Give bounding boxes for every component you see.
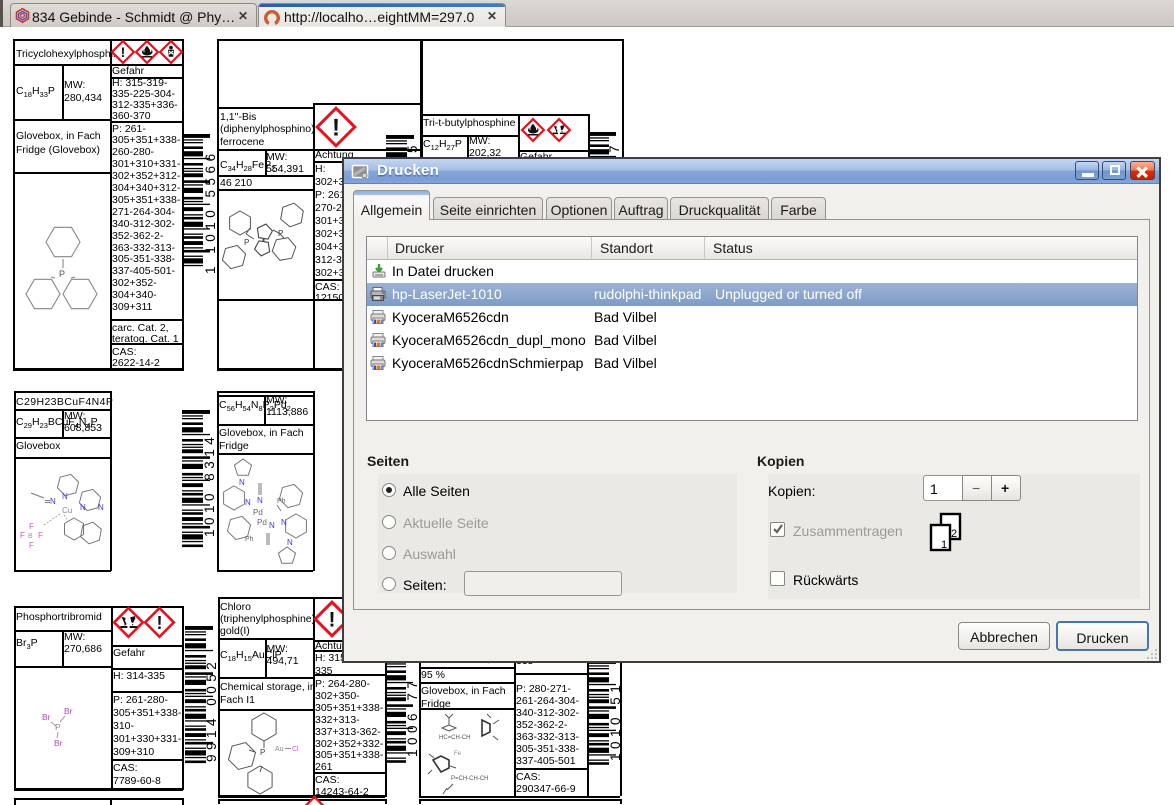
- svg-text:P: P: [59, 269, 65, 279]
- svg-text:Cl: Cl: [292, 746, 299, 753]
- svg-text:N: N: [287, 538, 293, 547]
- svg-text:P: P: [260, 748, 265, 757]
- svg-text:B: B: [28, 533, 33, 540]
- svg-text:N: N: [269, 521, 275, 530]
- svg-text:Br: Br: [64, 706, 73, 716]
- svg-text:Pd: Pd: [253, 508, 263, 517]
- svg-text:N: N: [245, 498, 251, 507]
- svg-text:1: 1: [941, 539, 947, 551]
- svg-text:N: N: [257, 496, 263, 505]
- svg-text:Au: Au: [275, 746, 284, 753]
- svg-text:P: P: [278, 229, 283, 238]
- svg-text:!: !: [332, 114, 340, 141]
- svg-text:F: F: [38, 531, 43, 540]
- svg-text:N: N: [239, 478, 245, 487]
- svg-text:F: F: [29, 541, 34, 550]
- svg-text:Br: Br: [42, 712, 51, 722]
- svg-text:P: P: [244, 238, 249, 247]
- svg-text:P=CH-CH-CH: P=CH-CH-CH: [451, 776, 489, 782]
- svg-text:N: N: [80, 503, 86, 512]
- svg-text:!: !: [121, 44, 126, 60]
- svg-text:N: N: [50, 497, 56, 506]
- svg-text:N: N: [62, 492, 68, 501]
- svg-text:2: 2: [951, 528, 957, 540]
- svg-text:P: P: [55, 722, 61, 732]
- svg-text:Fe: Fe: [454, 751, 462, 757]
- svg-text:F: F: [29, 522, 34, 531]
- svg-text:HC=CH-CH: HC=CH-CH: [439, 735, 471, 741]
- svg-text:Ph: Ph: [245, 536, 254, 543]
- svg-text:F: F: [20, 531, 25, 540]
- svg-text:Br: Br: [54, 738, 63, 748]
- svg-text:!: !: [157, 613, 163, 633]
- svg-text:N: N: [98, 503, 104, 512]
- svg-text:N: N: [281, 518, 287, 527]
- svg-text:Ph: Ph: [277, 498, 286, 505]
- svg-text:Cu: Cu: [62, 506, 72, 515]
- svg-text:!: !: [329, 609, 336, 632]
- svg-text:Pd: Pd: [257, 518, 267, 527]
